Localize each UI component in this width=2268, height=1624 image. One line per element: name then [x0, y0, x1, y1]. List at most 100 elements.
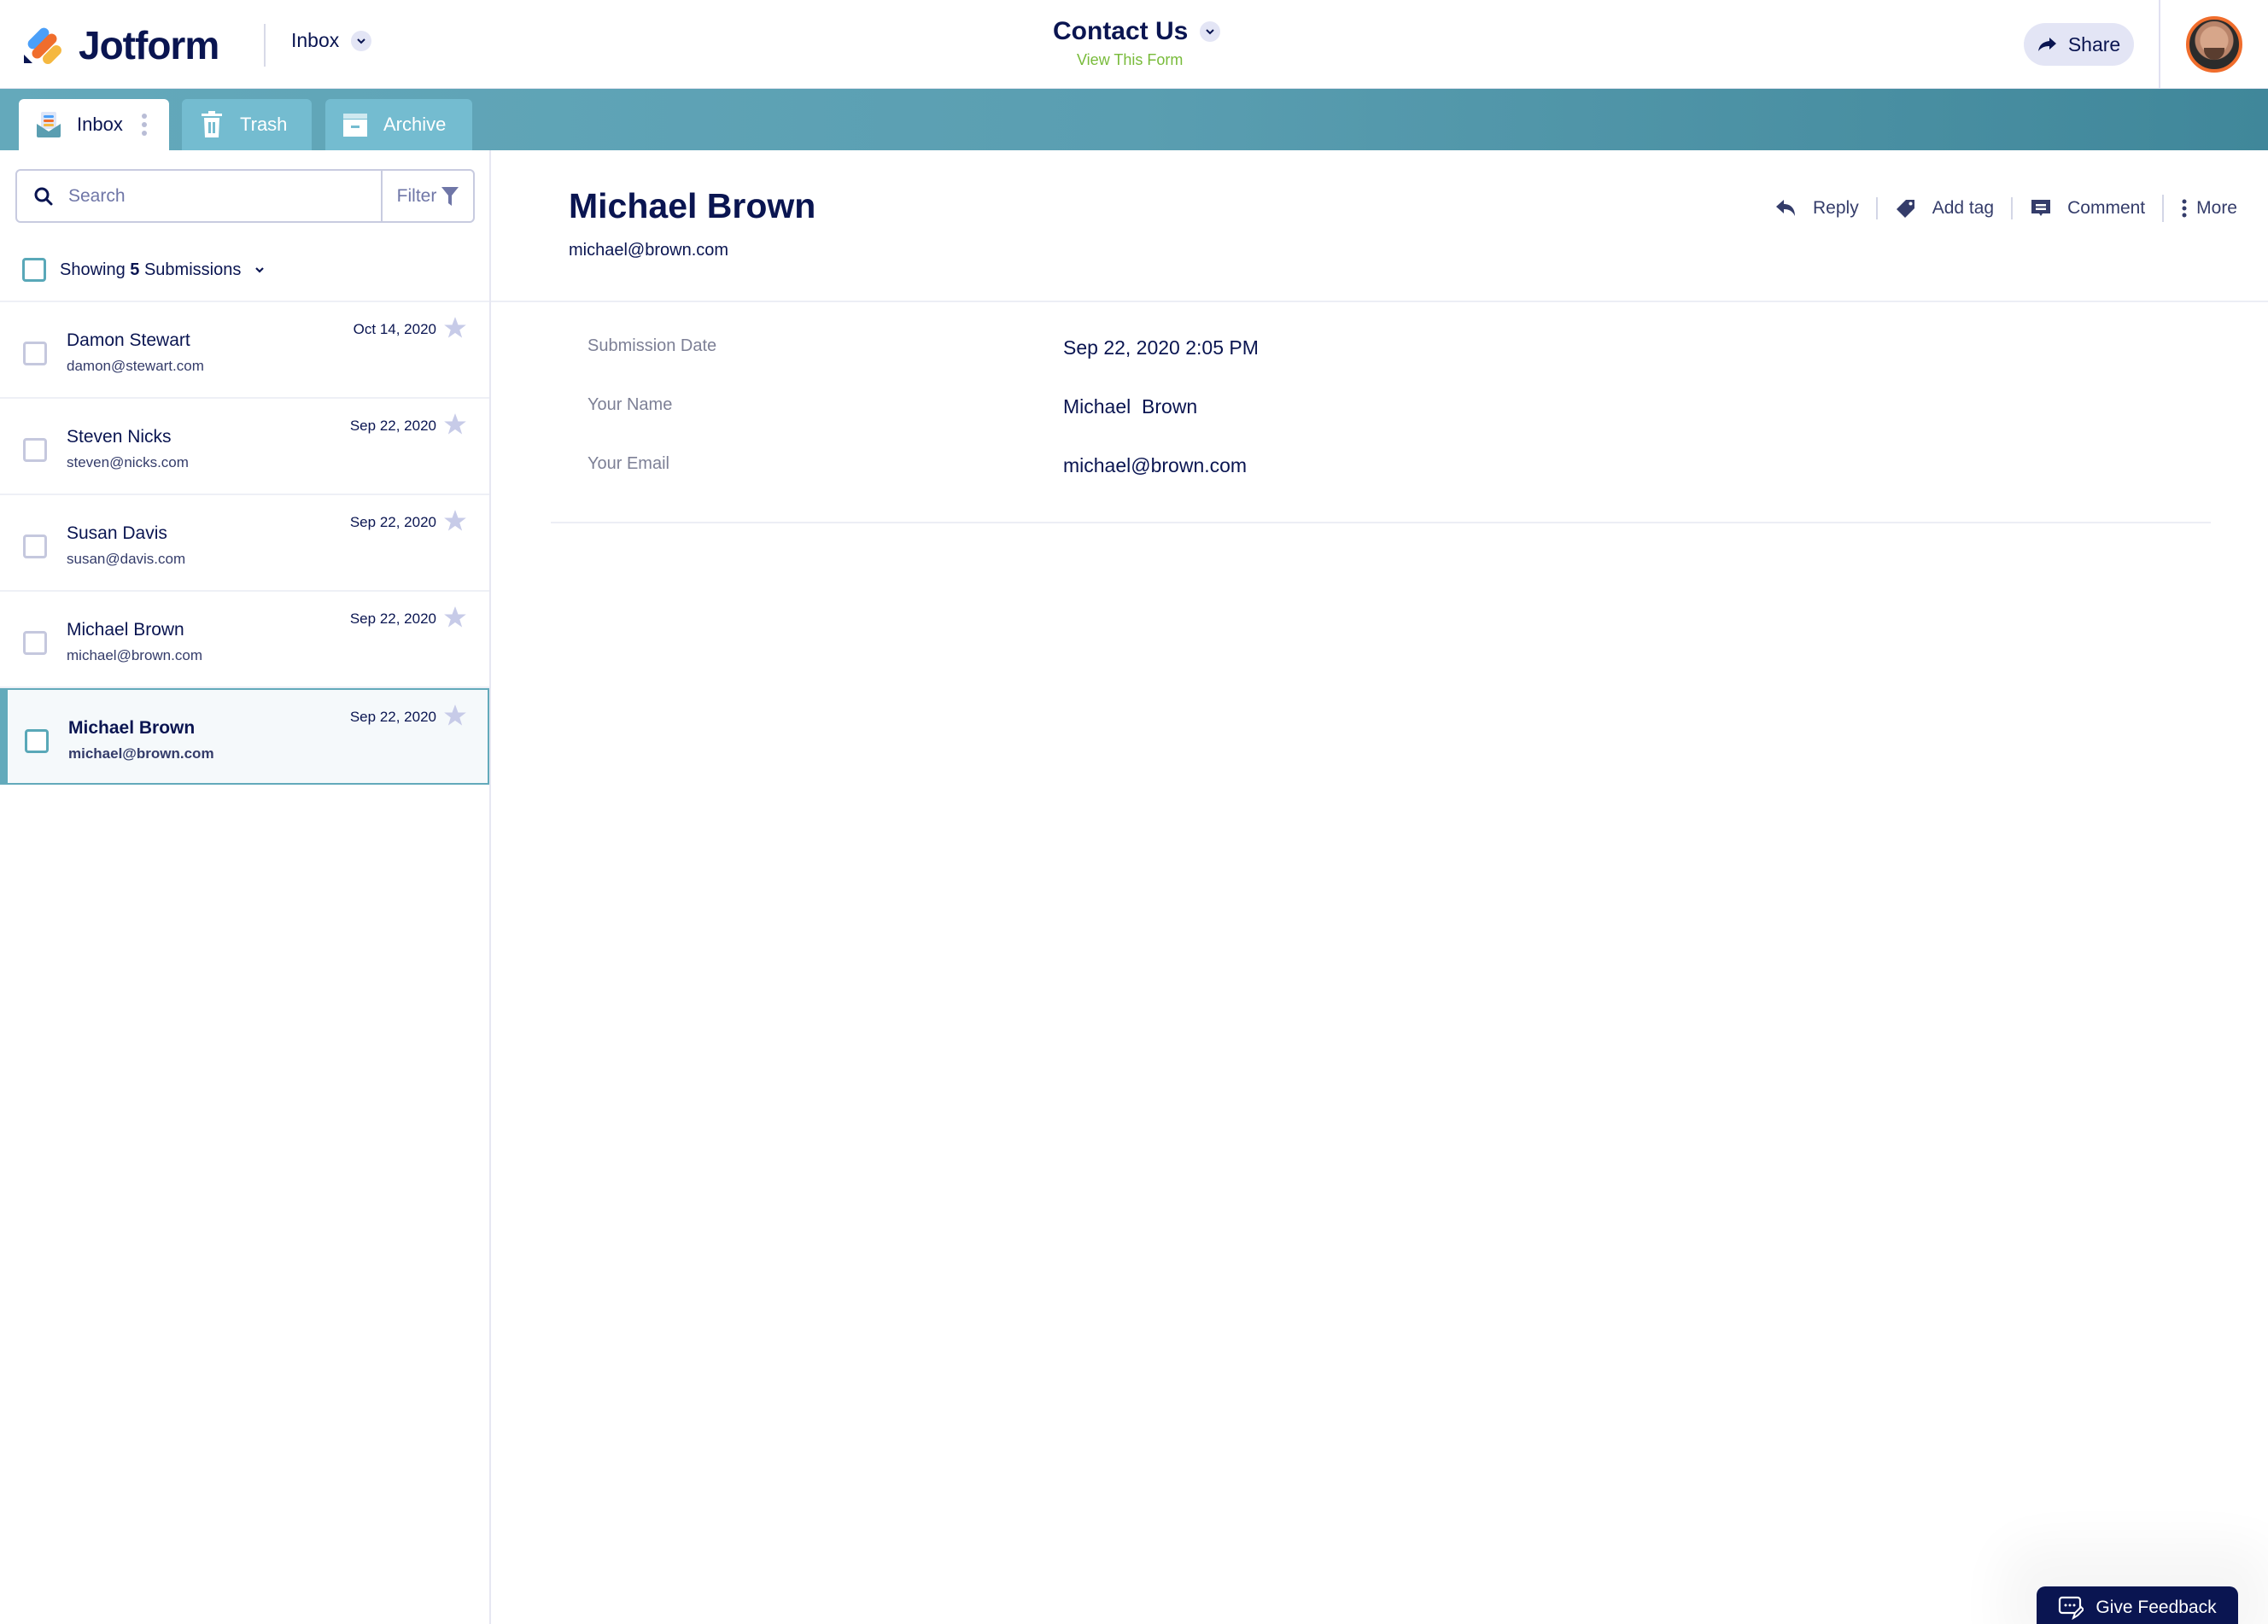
star-icon[interactable] [443, 316, 467, 340]
funnel-icon [441, 186, 459, 206]
row-checkbox[interactable] [23, 342, 47, 365]
showing-prefix: Showing [60, 260, 126, 279]
field-value: michael@brown.com [1063, 454, 1248, 476]
submitter-name: Steven Nicks [67, 427, 172, 447]
submission-detail: Michael Brown michael@brown.com Reply Ad… [491, 150, 2268, 1624]
more-vertical-icon [2182, 199, 2187, 218]
view-form-link[interactable]: View This Form [1077, 51, 1183, 69]
form-title: Contact Us [1053, 17, 1189, 45]
submission-row-selected[interactable]: Michael Brown michael@brown.com Sep 22, … [0, 688, 489, 785]
field-row: Your Email michael@brown.com [587, 444, 2210, 503]
row-checkbox[interactable] [23, 438, 47, 462]
submitter-email: damon@stewart.com [67, 358, 204, 374]
tab-trash-label: Trash [240, 114, 288, 135]
header-divider [2159, 0, 2160, 89]
submitter-name: Damon Stewart [67, 330, 190, 350]
comment-button[interactable]: Comment [2013, 198, 2162, 219]
submission-date: Oct 14, 2020 [353, 321, 436, 337]
submission-fields: Submission Date Sep 22, 2020 2:05 PM You… [587, 326, 2210, 503]
row-checkbox[interactable] [23, 535, 47, 558]
star-icon[interactable] [443, 605, 467, 629]
comment-label: Comment [2067, 198, 2146, 218]
user-avatar[interactable] [2186, 16, 2242, 73]
tab-archive[interactable]: Archive [325, 99, 472, 150]
archive-icon [343, 114, 367, 137]
submissions-sidebar: Filter Showing 5 Submissions Damon Stewa… [0, 150, 491, 1624]
field-value: Michael Brown [1063, 395, 1198, 418]
share-arrow-icon [2037, 38, 2056, 51]
feedback-icon [2059, 1596, 2084, 1620]
search-box: Filter [15, 169, 475, 223]
top-header: Jotform Inbox Contact Us View This Form … [0, 0, 2268, 89]
showing-text: Showing 5 Submissions [60, 260, 241, 280]
field-value: Sep 22, 2020 2:05 PM [1063, 336, 1259, 359]
give-feedback-label: Give Feedback [2096, 1598, 2217, 1617]
search-icon [34, 187, 53, 205]
inbox-icon [37, 112, 61, 137]
filter-label: Filter [396, 185, 437, 206]
submission-row[interactable]: Damon Stewart damon@stewart.com Oct 14, … [0, 302, 489, 399]
search-input[interactable] [68, 185, 376, 207]
reply-icon [1776, 200, 1795, 216]
submission-date: Sep 22, 2020 [349, 418, 436, 434]
section-switcher[interactable]: Inbox [291, 29, 372, 52]
brand-name: Jotform [79, 23, 219, 67]
give-feedback-button[interactable]: Give Feedback [2037, 1586, 2238, 1624]
submitter-email: steven@nicks.com [67, 454, 189, 470]
mailbox-tabbar: Inbox Trash Archive [0, 89, 2268, 150]
header-divider [264, 24, 266, 67]
share-button[interactable]: Share [2024, 23, 2134, 66]
submission-date: Sep 22, 2020 [349, 709, 436, 725]
detail-actions: Reply Add tag Comment More [1758, 195, 2237, 222]
kebab-menu-icon[interactable] [141, 114, 147, 136]
detail-email: michael@brown.com [569, 241, 729, 260]
row-checkbox[interactable] [25, 729, 49, 753]
detail-name: Michael Brown [569, 186, 816, 225]
chevron-down-icon [1200, 21, 1221, 42]
add-tag-label: Add tag [1932, 198, 1995, 218]
jotform-logo[interactable]: Jotform [24, 23, 219, 67]
submitter-name: Michael Brown [67, 620, 184, 640]
add-tag-button[interactable]: Add tag [1878, 198, 2011, 219]
trash-icon [202, 111, 222, 137]
star-icon[interactable] [443, 412, 467, 436]
submitter-email: michael@brown.com [68, 745, 214, 762]
submission-row[interactable]: Michael Brown michael@brown.com Sep 22, … [0, 592, 489, 688]
section-switcher-label: Inbox [291, 29, 340, 51]
filter-button[interactable]: Filter [381, 171, 473, 221]
star-icon[interactable] [443, 704, 467, 727]
chevron-down-icon[interactable] [254, 265, 265, 275]
submission-row[interactable]: Steven Nicks steven@nicks.com Sep 22, 20… [0, 399, 489, 495]
form-title-dropdown[interactable]: Contact Us [1053, 17, 1221, 46]
submission-date: Sep 22, 2020 [349, 610, 436, 627]
chevron-down-icon [351, 30, 372, 51]
field-row: Your Name Michael Brown [587, 385, 2210, 444]
showing-submissions: Showing 5 Submissions [22, 258, 265, 282]
field-label: Your Email [587, 454, 669, 473]
reply-label: Reply [1813, 198, 1859, 218]
field-label: Submission Date [587, 336, 717, 355]
row-checkbox[interactable] [23, 631, 47, 655]
reply-button[interactable]: Reply [1758, 198, 1876, 219]
jotform-logo-icon [24, 26, 64, 67]
submission-list: Damon Stewart damon@stewart.com Oct 14, … [0, 301, 489, 785]
submitter-name: Susan Davis [67, 523, 167, 543]
share-label: Share [2067, 32, 2121, 55]
field-label: Your Name [587, 395, 673, 414]
submitter-email: susan@davis.com [67, 551, 186, 567]
submission-date: Sep 22, 2020 [349, 514, 436, 530]
submission-count: 5 [130, 260, 140, 279]
more-button[interactable]: More [2164, 198, 2237, 219]
showing-suffix: Submissions [143, 260, 242, 279]
comment-icon [2031, 200, 2051, 216]
tab-inbox-label: Inbox [77, 114, 123, 135]
select-all-checkbox[interactable] [22, 258, 46, 282]
submitter-name: Michael Brown [68, 718, 196, 738]
submitter-email: michael@brown.com [67, 647, 202, 663]
more-label: More [2196, 198, 2237, 218]
tab-trash[interactable]: Trash [182, 99, 312, 150]
star-icon[interactable] [443, 509, 467, 533]
fields-divider [551, 522, 2211, 523]
submission-row[interactable]: Susan Davis susan@davis.com Sep 22, 2020 [0, 495, 489, 592]
tab-inbox[interactable]: Inbox [19, 99, 169, 150]
